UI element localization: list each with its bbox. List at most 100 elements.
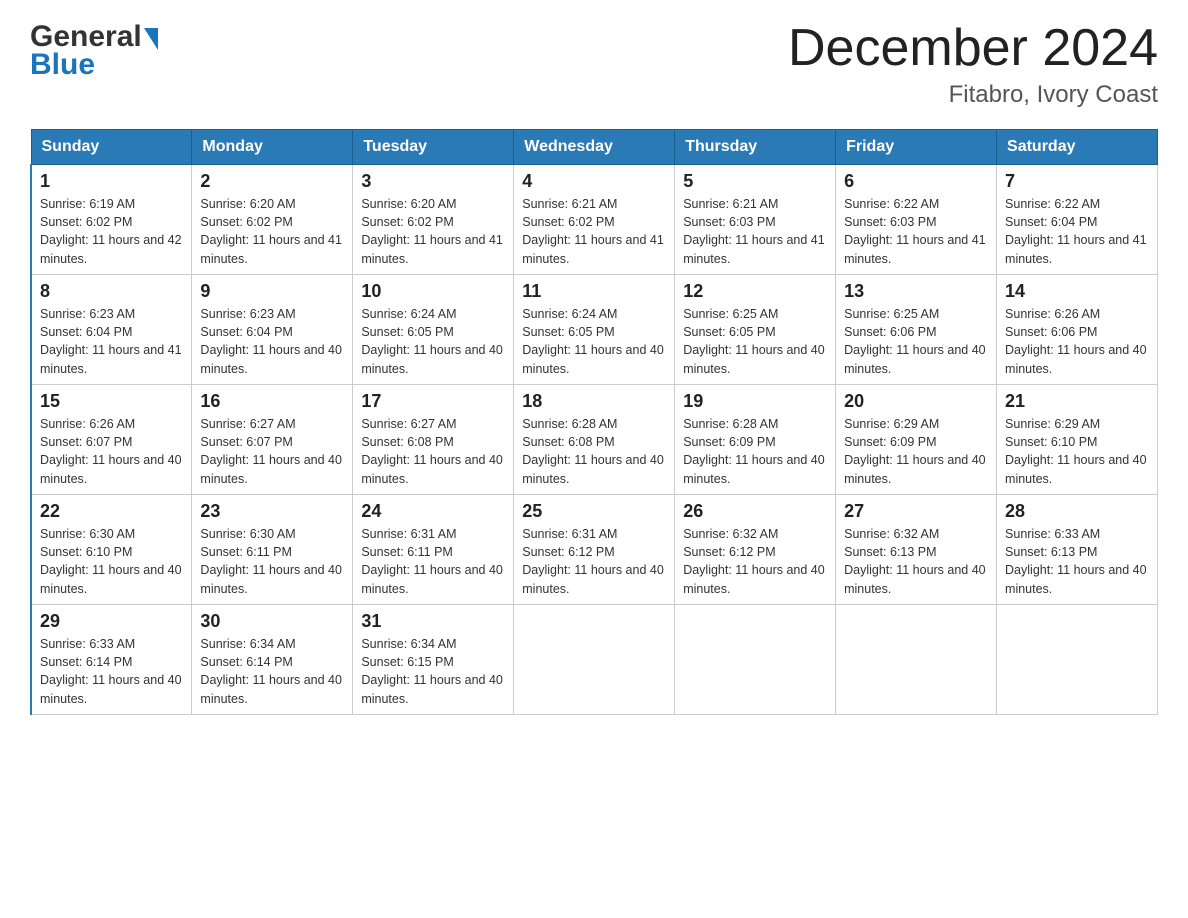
day-number: 2 xyxy=(200,171,344,192)
day-info: Sunrise: 6:19 AMSunset: 6:02 PMDaylight:… xyxy=(40,195,183,268)
calendar-cell: 28 Sunrise: 6:33 AMSunset: 6:13 PMDayligh… xyxy=(997,495,1158,605)
calendar-cell: 17 Sunrise: 6:27 AMSunset: 6:08 PMDayligh… xyxy=(353,385,514,495)
calendar-cell: 11Sunrise: 6:24 AMSunset: 6:05 PMDayligh… xyxy=(514,275,675,385)
col-header-monday: Monday xyxy=(192,130,353,165)
day-info: Sunrise: 6:22 AMSunset: 6:04 PMDaylight:… xyxy=(1005,195,1149,268)
day-info: Sunrise: 6:26 AMSunset: 6:06 PMDaylight:… xyxy=(1005,305,1149,378)
day-info: Sunrise: 6:30 AMSunset: 6:10 PMDaylight:… xyxy=(40,525,183,598)
calendar-cell: 20 Sunrise: 6:29 AMSunset: 6:09 PMDayligh… xyxy=(836,385,997,495)
calendar-week-row: 8 Sunrise: 6:23 AMSunset: 6:04 PMDaylight… xyxy=(31,275,1158,385)
day-info: Sunrise: 6:29 AMSunset: 6:10 PMDaylight:… xyxy=(1005,415,1149,488)
day-info: Sunrise: 6:28 AMSunset: 6:08 PMDaylight:… xyxy=(522,415,666,488)
calendar-cell: 30Sunrise: 6:34 AMSunset: 6:14 PMDayligh… xyxy=(192,605,353,715)
day-info: Sunrise: 6:31 AMSunset: 6:12 PMDaylight:… xyxy=(522,525,666,598)
calendar-cell: 23 Sunrise: 6:30 AMSunset: 6:11 PMDayligh… xyxy=(192,495,353,605)
calendar-cell: 15Sunrise: 6:26 AMSunset: 6:07 PMDayligh… xyxy=(31,385,192,495)
day-info: Sunrise: 6:25 AMSunset: 6:05 PMDaylight:… xyxy=(683,305,827,378)
day-number: 15 xyxy=(40,391,183,412)
day-number: 12 xyxy=(683,281,827,302)
day-number: 1 xyxy=(40,171,183,192)
day-info: Sunrise: 6:32 AMSunset: 6:12 PMDaylight:… xyxy=(683,525,827,598)
calendar-cell: 10Sunrise: 6:24 AMSunset: 6:05 PMDayligh… xyxy=(353,275,514,385)
day-number: 26 xyxy=(683,501,827,522)
day-number: 3 xyxy=(361,171,505,192)
day-info: Sunrise: 6:23 AMSunset: 6:04 PMDaylight:… xyxy=(200,305,344,378)
day-number: 27 xyxy=(844,501,988,522)
col-header-tuesday: Tuesday xyxy=(353,130,514,165)
day-info: Sunrise: 6:20 AMSunset: 6:02 PMDaylight:… xyxy=(361,195,505,268)
day-number: 8 xyxy=(40,281,183,302)
day-number: 25 xyxy=(522,501,666,522)
day-number: 23 xyxy=(200,501,344,522)
day-number: 18 xyxy=(522,391,666,412)
calendar-cell xyxy=(997,605,1158,715)
calendar-cell: 5 Sunrise: 6:21 AMSunset: 6:03 PMDaylight… xyxy=(675,165,836,275)
calendar-week-row: 22 Sunrise: 6:30 AMSunset: 6:10 PMDayligh… xyxy=(31,495,1158,605)
day-number: 5 xyxy=(683,171,827,192)
logo-blue-text: Blue xyxy=(30,48,95,82)
col-header-sunday: Sunday xyxy=(31,130,192,165)
month-title: December 2024 xyxy=(788,20,1158,77)
col-header-saturday: Saturday xyxy=(997,130,1158,165)
day-info: Sunrise: 6:33 AMSunset: 6:13 PMDaylight:… xyxy=(1005,525,1149,598)
day-info: Sunrise: 6:31 AMSunset: 6:11 PMDaylight:… xyxy=(361,525,505,598)
day-number: 22 xyxy=(40,501,183,522)
day-number: 19 xyxy=(683,391,827,412)
day-info: Sunrise: 6:25 AMSunset: 6:06 PMDaylight:… xyxy=(844,305,988,378)
calendar-cell: 13 Sunrise: 6:25 AMSunset: 6:06 PMDayligh… xyxy=(836,275,997,385)
day-info: Sunrise: 6:34 AMSunset: 6:15 PMDaylight:… xyxy=(361,635,505,708)
day-info: Sunrise: 6:33 AMSunset: 6:14 PMDaylight:… xyxy=(40,635,183,708)
day-number: 17 xyxy=(361,391,505,412)
calendar-cell: 8 Sunrise: 6:23 AMSunset: 6:04 PMDaylight… xyxy=(31,275,192,385)
calendar-header-row: SundayMondayTuesdayWednesdayThursdayFrid… xyxy=(31,130,1158,165)
day-number: 28 xyxy=(1005,501,1149,522)
calendar-cell: 9Sunrise: 6:23 AMSunset: 6:04 PMDaylight… xyxy=(192,275,353,385)
day-number: 16 xyxy=(200,391,344,412)
calendar-cell: 6Sunrise: 6:22 AMSunset: 6:03 PMDaylight… xyxy=(836,165,997,275)
calendar-cell: 4 Sunrise: 6:21 AMSunset: 6:02 PMDaylight… xyxy=(514,165,675,275)
calendar-cell: 3 Sunrise: 6:20 AMSunset: 6:02 PMDaylight… xyxy=(353,165,514,275)
day-info: Sunrise: 6:21 AMSunset: 6:02 PMDaylight:… xyxy=(522,195,666,268)
day-info: Sunrise: 6:28 AMSunset: 6:09 PMDaylight:… xyxy=(683,415,827,488)
day-number: 4 xyxy=(522,171,666,192)
calendar-cell: 12 Sunrise: 6:25 AMSunset: 6:05 PMDayligh… xyxy=(675,275,836,385)
day-info: Sunrise: 6:20 AMSunset: 6:02 PMDaylight:… xyxy=(200,195,344,268)
calendar-cell: 22 Sunrise: 6:30 AMSunset: 6:10 PMDayligh… xyxy=(31,495,192,605)
calendar-cell: 21 Sunrise: 6:29 AMSunset: 6:10 PMDayligh… xyxy=(997,385,1158,495)
col-header-thursday: Thursday xyxy=(675,130,836,165)
calendar-week-row: 15Sunrise: 6:26 AMSunset: 6:07 PMDayligh… xyxy=(31,385,1158,495)
logo: General Blue xyxy=(30,20,158,82)
day-info: Sunrise: 6:24 AMSunset: 6:05 PMDaylight:… xyxy=(522,305,666,378)
day-number: 7 xyxy=(1005,171,1149,192)
calendar-cell: 7 Sunrise: 6:22 AMSunset: 6:04 PMDaylight… xyxy=(997,165,1158,275)
day-info: Sunrise: 6:29 AMSunset: 6:09 PMDaylight:… xyxy=(844,415,988,488)
calendar-cell: 1 Sunrise: 6:19 AMSunset: 6:02 PMDaylight… xyxy=(31,165,192,275)
day-info: Sunrise: 6:30 AMSunset: 6:11 PMDaylight:… xyxy=(200,525,344,598)
col-header-friday: Friday xyxy=(836,130,997,165)
day-number: 24 xyxy=(361,501,505,522)
day-info: Sunrise: 6:23 AMSunset: 6:04 PMDaylight:… xyxy=(40,305,183,378)
calendar-cell xyxy=(514,605,675,715)
calendar-cell: 31Sunrise: 6:34 AMSunset: 6:15 PMDayligh… xyxy=(353,605,514,715)
day-info: Sunrise: 6:32 AMSunset: 6:13 PMDaylight:… xyxy=(844,525,988,598)
day-number: 29 xyxy=(40,611,183,632)
calendar-cell: 14 Sunrise: 6:26 AMSunset: 6:06 PMDayligh… xyxy=(997,275,1158,385)
calendar-week-row: 29 Sunrise: 6:33 AMSunset: 6:14 PMDayligh… xyxy=(31,605,1158,715)
calendar-cell: 18 Sunrise: 6:28 AMSunset: 6:08 PMDayligh… xyxy=(514,385,675,495)
logo-triangle-icon xyxy=(144,28,158,50)
calendar-cell: 24 Sunrise: 6:31 AMSunset: 6:11 PMDayligh… xyxy=(353,495,514,605)
calendar-cell xyxy=(675,605,836,715)
calendar-cell: 26 Sunrise: 6:32 AMSunset: 6:12 PMDayligh… xyxy=(675,495,836,605)
day-info: Sunrise: 6:34 AMSunset: 6:14 PMDaylight:… xyxy=(200,635,344,708)
day-number: 6 xyxy=(844,171,988,192)
calendar-cell: 29 Sunrise: 6:33 AMSunset: 6:14 PMDayligh… xyxy=(31,605,192,715)
calendar-cell: 16Sunrise: 6:27 AMSunset: 6:07 PMDayligh… xyxy=(192,385,353,495)
day-info: Sunrise: 6:21 AMSunset: 6:03 PMDaylight:… xyxy=(683,195,827,268)
day-number: 10 xyxy=(361,281,505,302)
location-title: Fitabro, Ivory Coast xyxy=(788,81,1158,109)
day-info: Sunrise: 6:27 AMSunset: 6:08 PMDaylight:… xyxy=(361,415,505,488)
day-number: 20 xyxy=(844,391,988,412)
day-number: 21 xyxy=(1005,391,1149,412)
day-number: 13 xyxy=(844,281,988,302)
day-number: 14 xyxy=(1005,281,1149,302)
